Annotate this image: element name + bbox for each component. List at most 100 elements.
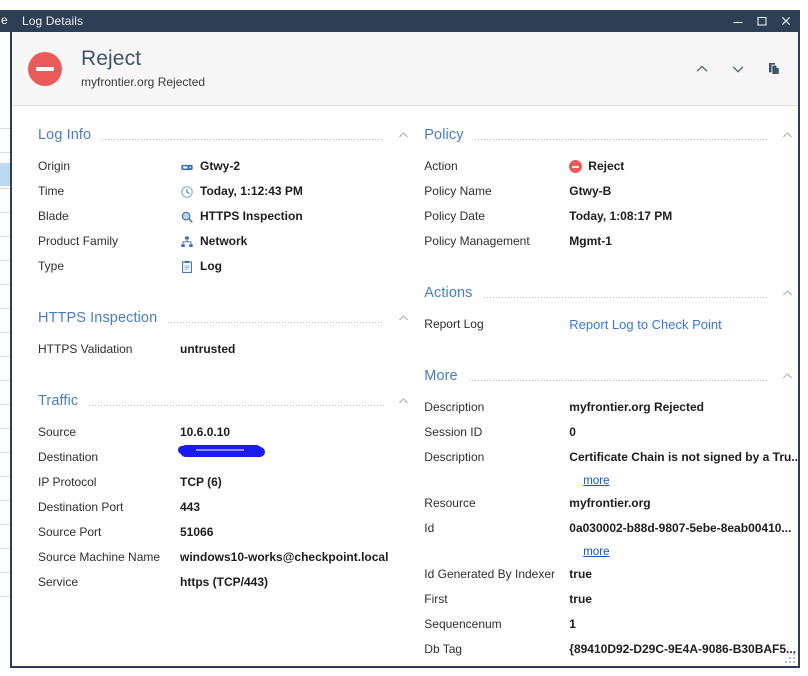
reject-icon-bar [36, 67, 54, 71]
redaction-mark [180, 445, 262, 457]
page-title: Reject [81, 47, 205, 71]
section-dotted-rule [167, 322, 384, 323]
field-policy-name: Policy Name Gtwy-B [424, 179, 798, 204]
field-value-wrap: HTTPS Inspection [180, 204, 303, 229]
field-report-log: Report Log Report Log to Check Point [424, 312, 798, 337]
field-value-wrap: Reject [569, 154, 624, 179]
more-link-id[interactable]: more [583, 546, 609, 558]
copy-icon[interactable] [764, 59, 784, 79]
section-title: More [424, 368, 457, 384]
gateway-icon [180, 160, 194, 174]
header-actions [692, 59, 784, 79]
collapse-chevron-up-icon[interactable] [392, 311, 414, 326]
collapse-chevron-up-icon[interactable] [776, 286, 798, 301]
reject-icon-bar [572, 166, 579, 168]
more-link-row: more [424, 470, 798, 491]
field-label: Destination [38, 445, 180, 470]
more-link-row: more [424, 662, 798, 666]
field-value: untrusted [180, 337, 235, 362]
section-dotted-rule [483, 297, 768, 298]
report-log-to-check-point-link[interactable]: Report Log to Check Point [569, 312, 721, 337]
field-value: Mgmt-1 [569, 229, 612, 254]
field-value: Reject [588, 154, 624, 179]
section-title: Actions [424, 285, 472, 301]
field-value: Today, 1:08:17 PM [569, 204, 672, 229]
field-value: 10.6.0.10 [180, 420, 230, 445]
more-link-wrap: more [569, 541, 609, 562]
field-label: Type [38, 254, 180, 279]
log-header: Reject myfrontier.org Rejected [12, 32, 798, 106]
chevron-up-icon[interactable] [692, 59, 712, 79]
field-label: Id [424, 516, 569, 541]
field-value: 51066 [180, 520, 213, 545]
field-value: Today, 1:12:43 PM [200, 179, 303, 204]
field-value: true [569, 587, 592, 612]
section-header-https-inspection[interactable]: HTTPS Inspection [38, 307, 414, 329]
section-title: Traffic [38, 393, 78, 409]
minimize-button[interactable] [726, 10, 750, 32]
window-title-bar[interactable]: Log Details [10, 10, 800, 32]
field-value-wrap: Today, 1:12:43 PM [180, 179, 303, 204]
field-value: 0a030002-b88d-9807-5ebe-8eab00410... [569, 516, 791, 541]
field-label: Action [424, 154, 569, 179]
page-subtitle: myfrontier.org Rejected [81, 75, 205, 90]
more-link-wrap: more [569, 662, 609, 666]
field-value: {89410D92-D29C-9E4A-9086-B30BAF5... [569, 637, 796, 662]
field-policy-date: Policy Date Today, 1:08:17 PM [424, 204, 798, 229]
section-title: Log Info [38, 127, 91, 143]
section-policy: Policy Action Reject [424, 124, 798, 254]
field-value-wrap: Network [180, 229, 247, 254]
field-ip-protocol: IP Protocol TCP (6) [38, 470, 414, 495]
section-spacer [38, 370, 414, 390]
field-first: First true [424, 587, 798, 612]
row-spacer [424, 662, 569, 666]
close-button[interactable] [774, 10, 798, 32]
right-column: Policy Action Reject [414, 106, 798, 666]
field-label: IP Protocol [38, 470, 180, 495]
field-time: Time Today, 1:12:43 PM [38, 179, 414, 204]
collapse-chevron-up-icon[interactable] [776, 128, 798, 143]
field-value: Gtwy-2 [200, 154, 240, 179]
more-link-description[interactable]: more [583, 475, 609, 487]
section-traffic: Traffic Source 10.6.0.10 Destination [38, 390, 414, 595]
maximize-button[interactable] [750, 10, 774, 32]
field-value-wrap: Log [180, 254, 222, 279]
field-label: Description [424, 395, 569, 420]
field-value: HTTPS Inspection [200, 204, 303, 229]
log-details-window: Log Details Reject myfrontier.org Reject… [10, 10, 800, 668]
section-dotted-rule [88, 405, 384, 406]
resize-grip[interactable] [783, 651, 795, 663]
reject-icon-circle [569, 160, 582, 173]
field-description: Description myfrontier.org Rejected [424, 395, 798, 420]
section-header-more[interactable]: More [424, 365, 798, 387]
field-destination: Destination [38, 445, 414, 470]
field-label: Blade [38, 204, 180, 229]
log-details-body: Log Info Origin [12, 106, 798, 666]
field-label: Destination Port [38, 495, 180, 520]
section-title: Policy [424, 127, 463, 143]
field-label: Source [38, 420, 180, 445]
collapse-chevron-up-icon[interactable] [392, 394, 414, 409]
section-dotted-rule [468, 380, 768, 381]
window-controls [726, 10, 798, 32]
section-header-log-info[interactable]: Log Info [38, 124, 414, 146]
section-header-traffic[interactable]: Traffic [38, 390, 414, 412]
section-header-actions[interactable]: Actions [424, 282, 798, 304]
field-value: 443 [180, 495, 200, 520]
section-spacer [38, 287, 414, 307]
collapse-chevron-up-icon[interactable] [392, 128, 414, 143]
section-actions: Actions Report Log Report Log to Check P… [424, 282, 798, 337]
chevron-down-icon[interactable] [728, 59, 748, 79]
field-value: myfrontier.org Rejected [569, 395, 704, 420]
field-https-validation: HTTPS Validation untrusted [38, 337, 414, 362]
collapse-chevron-up-icon[interactable] [776, 369, 798, 384]
field-label: Resource [424, 491, 569, 516]
field-product-family: Product Family Network [38, 229, 414, 254]
more-link-row: more [424, 541, 798, 562]
field-sequencenum: Sequencenum 1 [424, 612, 798, 637]
field-label: Source Port [38, 520, 180, 545]
field-value: Certificate Chain is not signed by a Tru… [569, 445, 798, 470]
field-label: Sequencenum [424, 612, 569, 637]
header-text-group: Reject myfrontier.org Rejected [81, 47, 205, 90]
section-header-policy[interactable]: Policy [424, 124, 798, 146]
